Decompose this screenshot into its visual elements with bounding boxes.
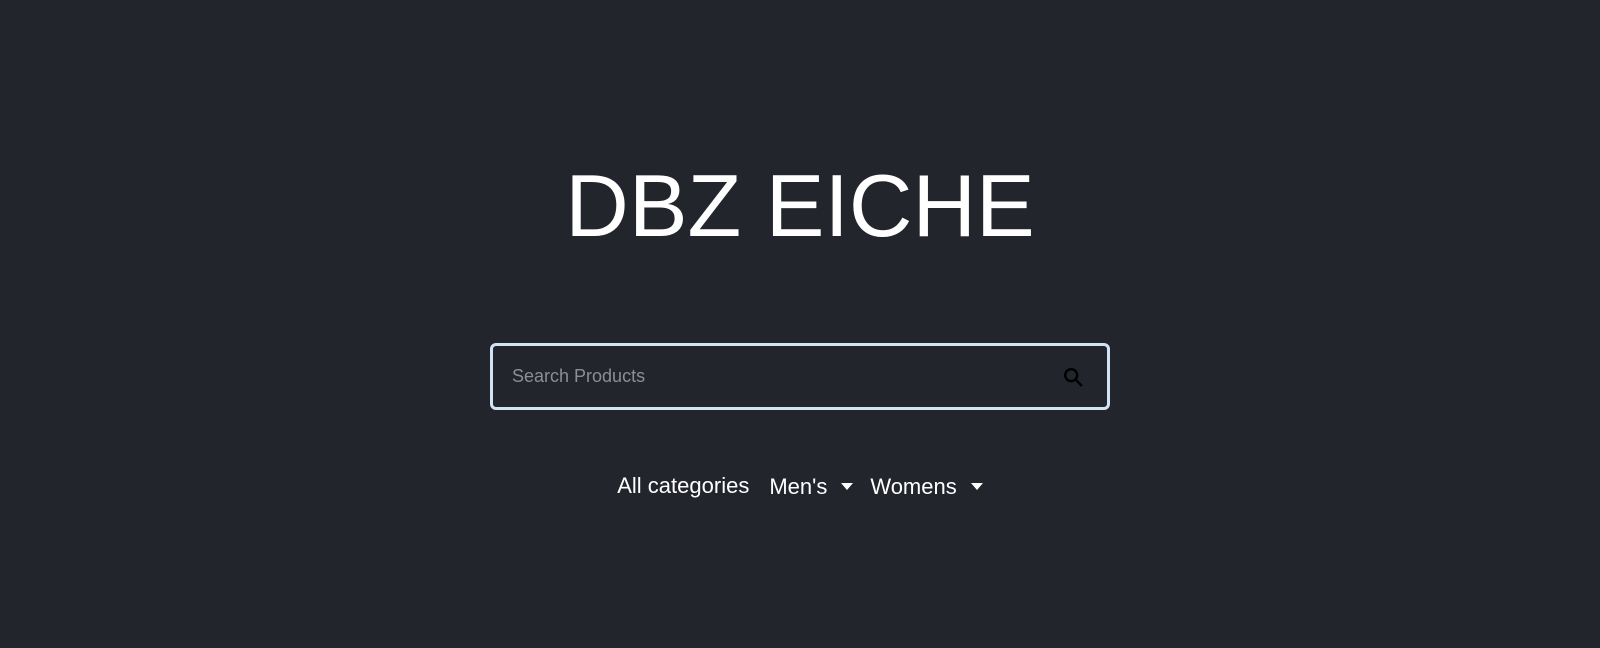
category-nav: All categories Men's Womens <box>0 470 1600 504</box>
search-button[interactable] <box>1047 346 1099 407</box>
caret-down-icon <box>970 482 983 490</box>
search-input[interactable] <box>493 346 1047 407</box>
hero-section: DBZ EICHE All categories Men's Womens <box>0 0 1600 648</box>
nav-womens-dropdown[interactable]: Womens <box>870 474 983 500</box>
nav-mens-label: Men's <box>769 474 828 499</box>
site-title: DBZ EICHE <box>565 156 1035 255</box>
nav-all-categories[interactable]: All categories <box>617 473 749 499</box>
search-bar <box>490 343 1110 410</box>
nav-womens-label: Womens <box>870 474 957 499</box>
caret-down-icon <box>841 482 854 490</box>
nav-mens-dropdown[interactable]: Men's <box>769 474 854 500</box>
search-icon <box>1062 366 1084 388</box>
